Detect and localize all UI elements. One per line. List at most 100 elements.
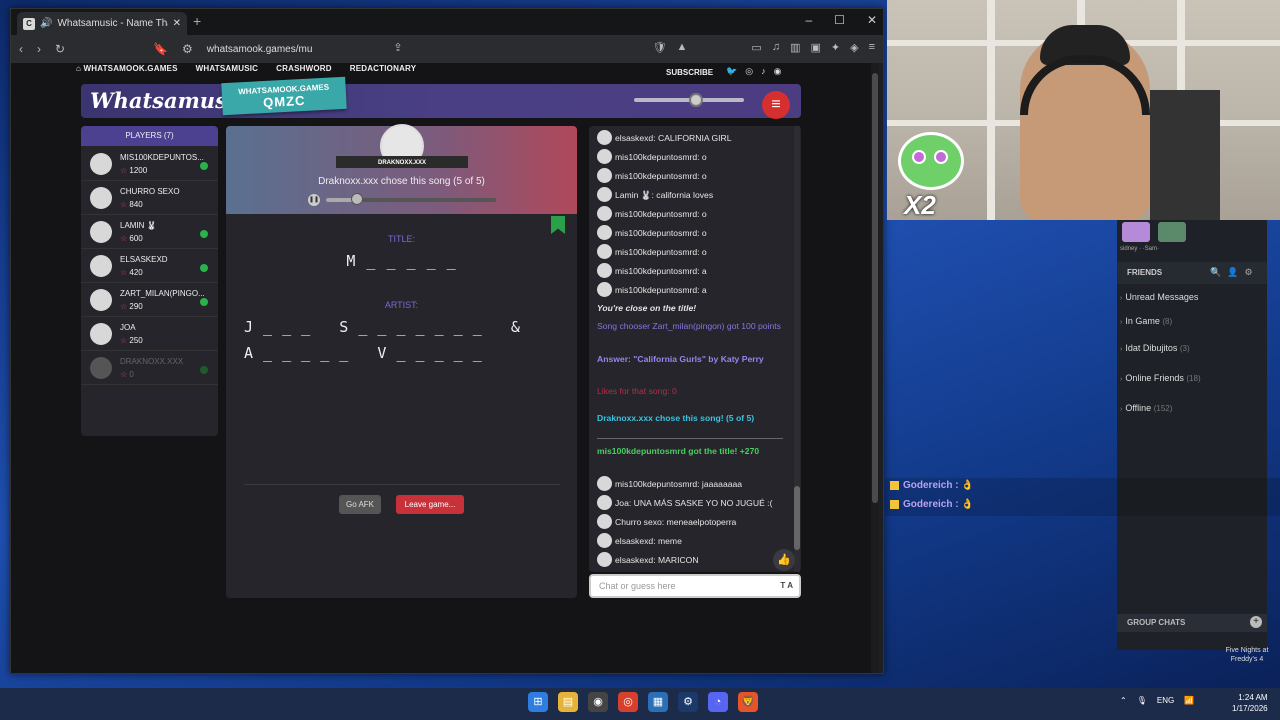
steam-icon[interactable]: ⚙ (678, 692, 698, 712)
chat-message: mis100kdepuntosmrd: a (597, 282, 787, 297)
brave-shield-icon[interactable]: 🛡 (653, 41, 667, 54)
share-icon[interactable]: ⇪ (393, 41, 402, 54)
subscribe-link[interactable]: SUBSCRIBE (666, 68, 713, 77)
add-friend-icon[interactable]: 👤 (1227, 267, 1238, 278)
stream-chat-message: Godereich : 👌 (890, 499, 974, 510)
minimize-button[interactable]: – (805, 13, 812, 27)
friend-avatar[interactable] (1122, 222, 1150, 242)
nav-whatsamusic[interactable]: WHATSAMUSIC (196, 64, 259, 73)
nav-home[interactable]: ⌂ WHATSAMOOK.GAMES (76, 64, 178, 73)
back-icon[interactable]: ‹ (19, 42, 23, 56)
close-window-button[interactable]: ✕ (867, 13, 877, 27)
player-ready-indicator (200, 162, 208, 170)
nav-crashword[interactable]: CRASHWORD (276, 64, 332, 73)
player-avatar (90, 289, 112, 311)
reload-icon[interactable]: ↻ (55, 42, 65, 56)
file-explorer-icon[interactable]: ▤ (558, 692, 578, 712)
menu-icon[interactable]: ≡ (869, 41, 875, 54)
forward-icon[interactable]: › (37, 42, 41, 56)
chrome-icon[interactable]: ◎ (618, 692, 638, 712)
page-scrollbar-thumb[interactable] (872, 73, 878, 503)
like-song-icon[interactable]: 👍 (773, 549, 795, 571)
player-avatar (90, 221, 112, 243)
chat-system-message: Likes for that song: 0 (597, 386, 677, 396)
maximize-button[interactable]: ☐ (834, 13, 845, 27)
chat-scrollbar-thumb[interactable] (794, 486, 800, 550)
instagram-icon[interactable]: ◎ (745, 66, 753, 77)
twitter-icon[interactable]: 🐦 (726, 66, 737, 77)
player-name: CHURRO SEXO (120, 187, 180, 196)
panel-divider (244, 484, 560, 485)
site-favicon-icon: C (23, 17, 35, 30)
group-chats-header[interactable]: GROUP CHATS (1117, 614, 1267, 632)
player-row[interactable]: DRAKNOXX.XXX 0 (81, 351, 218, 385)
site-info-icon[interactable]: ⚙ (182, 42, 193, 56)
chevron-right-icon: › (1120, 376, 1123, 383)
friend-group[interactable]: › Idat Dibujitos (3) (1120, 343, 1190, 353)
friend-avatar[interactable] (1158, 222, 1186, 242)
tab-title: Whatsamusic - Name That Tu (57, 18, 168, 29)
player-name: MIS100KDEPUNTOS... (120, 153, 204, 162)
player-ready-indicator (200, 298, 208, 306)
browser-tab[interactable]: C 🔊 Whatsamusic - Name That Tu ✕ (17, 12, 187, 35)
player-row[interactable]: ZART_MILAN(PINGO... 290 (81, 283, 218, 317)
tiktok-icon[interactable]: ♪ (761, 66, 766, 77)
player-row[interactable]: ELSASKEXD 420 (81, 249, 218, 283)
go-afk-button[interactable]: Go AFK (339, 495, 381, 514)
discord-icon[interactable]: ◉ (774, 66, 782, 77)
start-icon[interactable]: ⊞ (528, 692, 548, 712)
friend-group[interactable]: › In Game (8) (1120, 316, 1172, 326)
brave-icon[interactable]: 🦁 (738, 692, 758, 712)
hamburger-menu-button[interactable]: ≡ (762, 91, 790, 119)
search-icon[interactable]: 🔍 (1210, 267, 1221, 278)
language-indicator[interactable]: ENG (1157, 696, 1174, 705)
friend-group[interactable]: › Unread Messages (1120, 292, 1198, 302)
add-group-chat-icon[interactable]: + (1250, 616, 1262, 628)
taskbar-apps: ⊞ ▤ ◉ ◎ ▦ ⚙ ◔ 🦁 (528, 692, 758, 712)
pause-icon[interactable]: ❚❚ (308, 194, 320, 206)
mic-icon[interactable]: 🎙 (1137, 696, 1147, 705)
settings-icon[interactable]: ⚙ (1244, 267, 1252, 278)
sidebar-icon[interactable]: ▥ (790, 41, 800, 54)
leave-game-button[interactable]: Leave game... (396, 495, 464, 514)
close-tab-icon[interactable]: ✕ (173, 18, 181, 29)
new-tab-button[interactable]: + (193, 13, 201, 29)
vpn-icon[interactable]: ◈ (850, 41, 858, 54)
chat-badge-icon (890, 480, 899, 490)
photos-icon[interactable]: ▦ (648, 692, 668, 712)
tab-bar: C 🔊 Whatsamusic - Name That Tu ✕ + – ☐ ✕ (11, 9, 883, 35)
player-row[interactable]: LAMIN 🐰 600 (81, 215, 218, 249)
player-score: 600 (120, 234, 142, 243)
player-avatar (90, 255, 112, 277)
friend-group-label: Offline (1125, 403, 1152, 413)
chat-message: mis100kdepuntosmrd: o (597, 244, 787, 259)
browser-toolbar: ⇪ 🛡 ▲ ▭ ♫ ▥ ▣ ✦ ◈ ≡ (393, 41, 875, 54)
player-row[interactable]: JOA 250 (81, 317, 218, 351)
discord-taskbar-icon[interactable]: ◔ (708, 692, 728, 712)
fnaf-desktop-label[interactable]: Five Nights at Freddy's 4 (1222, 646, 1272, 664)
tray-expand-icon[interactable]: ⌃ (1120, 696, 1127, 705)
chat-input[interactable]: Chat or guess here T A (589, 574, 801, 598)
bookmark-icon[interactable]: 🔖 (153, 42, 168, 56)
player-row[interactable]: CHURRO SEXO 840 (81, 181, 218, 215)
clock[interactable]: 1:24 AM 1/17/2026 (1232, 692, 1268, 714)
obs-icon[interactable]: ◉ (588, 692, 608, 712)
url-field[interactable]: whatsamook.games/mu (207, 44, 313, 55)
wifi-icon[interactable]: 📶 (1184, 696, 1194, 705)
cast-icon[interactable]: ▭ (751, 41, 761, 54)
friend-group[interactable]: › Online Friends (18) (1120, 373, 1201, 383)
music-icon[interactable]: ♫ (772, 41, 780, 54)
shelf-post (987, 0, 995, 220)
song-progress-knob[interactable] (351, 193, 363, 205)
address-bar: ‹ › ↻ 🔖 ⚙ whatsamook.games/mu ⇪ 🛡 ▲ ▭ ♫ … (11, 35, 883, 63)
friend-group[interactable]: › Offline (152) (1120, 403, 1172, 413)
extensions-icon[interactable]: ✦ (831, 41, 840, 54)
chevron-right-icon: › (1120, 346, 1123, 353)
chat-system-message: You're close on the title! (597, 303, 697, 313)
volume-knob[interactable] (689, 93, 703, 107)
rewards-icon[interactable]: ▲ (677, 41, 688, 54)
nav-redactionary[interactable]: REDACTIONARY (350, 64, 417, 73)
player-row[interactable]: MIS100KDEPUNTOS... 1200 (81, 147, 218, 181)
wallet-icon[interactable]: ▣ (810, 41, 820, 54)
chat-input-tag: T A (780, 581, 793, 590)
